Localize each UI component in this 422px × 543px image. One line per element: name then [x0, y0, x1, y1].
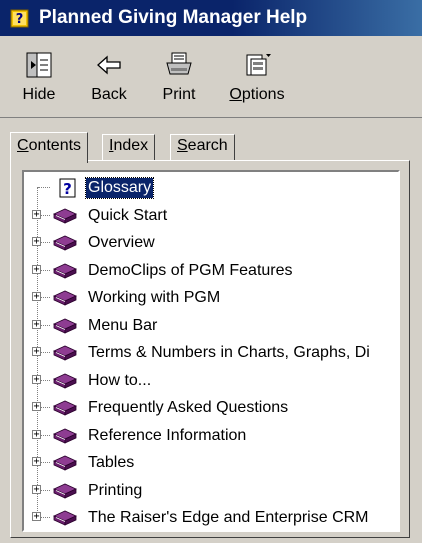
expand-icon[interactable]: + [32, 237, 41, 247]
access-key: C [17, 137, 29, 154]
tree-item-label: Glossary [84, 177, 155, 199]
book-icon [53, 510, 77, 526]
tree-item-label: Quick Start [88, 206, 168, 224]
tree-item[interactable]: + Reference Information [24, 424, 394, 448]
tree-item[interactable]: + Frequently Asked Questions [24, 396, 394, 420]
tree-item[interactable]: + The Raiser's Edge and Enterprise CRM [24, 506, 394, 530]
tree-item-label: Tables [88, 454, 135, 471]
tree-branch-line [38, 187, 50, 188]
options-label-accesskey: O [229, 86, 242, 103]
tree-item-label: Terms & Numbers in Charts, Graphs, Di [88, 344, 370, 361]
tab-index[interactable]: Index [102, 134, 156, 160]
back-label: Back [91, 86, 127, 103]
hide-label: Hide [22, 86, 56, 103]
hide-button[interactable]: Hide [4, 42, 74, 114]
access-key: S [177, 137, 188, 154]
contents-tree[interactable]: ? Glossary + Quick Start + Overview + DemoClips… [22, 170, 400, 532]
expand-icon[interactable]: + [32, 319, 41, 329]
tree-item-label: The Raiser's Edge and Enterprise CRM [88, 509, 369, 526]
tree-item[interactable]: + Terms & Numbers in Charts, Graphs, Di [24, 341, 394, 365]
expand-icon[interactable]: + [32, 347, 41, 357]
back-button[interactable]: Back [74, 42, 144, 114]
tree-item[interactable]: + DemoClips of PGM Features [24, 259, 394, 283]
tab-search-label: Search [177, 137, 228, 154]
title-bar[interactable]: ? Planned Giving Manager Help [0, 0, 422, 36]
expand-icon[interactable]: + [32, 292, 41, 302]
tree-item-label: Printing [88, 481, 143, 499]
book-icon [53, 455, 77, 471]
expand-icon[interactable]: + [32, 484, 41, 494]
expand-icon[interactable]: + [32, 209, 41, 219]
toolbar: Hide Back Print Options [0, 36, 422, 118]
book-icon [53, 345, 77, 361]
tree-item[interactable]: + Quick Start [24, 204, 394, 228]
printer-icon [166, 52, 192, 75]
svg-text:?: ? [16, 12, 24, 27]
hide-pane-icon [26, 52, 52, 78]
expand-icon[interactable]: + [32, 374, 41, 384]
tree-item-label: Overview [88, 234, 155, 251]
expand-icon[interactable]: + [32, 402, 41, 412]
tree-item[interactable]: + Tables [24, 451, 394, 475]
tree-item[interactable]: + Printing [24, 479, 394, 503]
book-icon [53, 400, 77, 416]
access-key: I [109, 137, 114, 154]
options-button[interactable]: Options [222, 42, 292, 114]
tab-strip: Contents Index Search [10, 132, 410, 163]
tree-item-label: How to... [88, 371, 152, 389]
book-icon [53, 235, 77, 251]
tree-item-glossary[interactable]: ? Glossary [24, 176, 394, 200]
book-icon [53, 290, 77, 306]
print-label: Print [162, 86, 196, 103]
tab-index-label: Index [109, 137, 149, 154]
tab-contents-label: Contents [17, 137, 82, 154]
book-icon [53, 263, 77, 279]
window-title: Planned Giving Manager Help [39, 7, 308, 28]
tree-list: ? Glossary + Quick Start + Overview + DemoClips… [24, 172, 394, 530]
tree-item-label: Frequently Asked Questions [88, 399, 289, 416]
print-button[interactable]: Print [144, 42, 214, 114]
back-arrow-icon [97, 55, 121, 75]
tree-item-label: Reference Information [88, 426, 247, 444]
tree-item-label: Menu Bar [88, 316, 158, 334]
tree-item[interactable]: + Working with PGM [24, 286, 394, 310]
book-icon [53, 318, 77, 334]
tree-item-label: Working with PGM [88, 289, 221, 306]
expand-icon[interactable]: + [32, 457, 41, 467]
help-book-icon: ? [10, 9, 29, 28]
question-page-icon: ? [59, 178, 76, 198]
tree-item-label: DemoClips of PGM Features [88, 261, 293, 279]
expand-icon[interactable]: + [32, 512, 41, 522]
book-icon [53, 373, 77, 389]
tree-item[interactable]: + Menu Bar [24, 314, 394, 338]
tree-item[interactable]: + Overview [24, 231, 394, 255]
options-label: Options [229, 86, 285, 103]
tab-contents[interactable]: Contents [10, 132, 89, 163]
book-icon [53, 428, 77, 444]
expand-icon[interactable]: + [32, 429, 41, 439]
expand-icon[interactable]: + [32, 264, 41, 274]
book-icon [53, 208, 77, 224]
svg-text:?: ? [63, 180, 72, 198]
tree-item[interactable]: + How to... [24, 369, 394, 393]
options-icon [246, 54, 271, 76]
tab-search[interactable]: Search [170, 134, 235, 160]
book-icon [53, 483, 77, 499]
